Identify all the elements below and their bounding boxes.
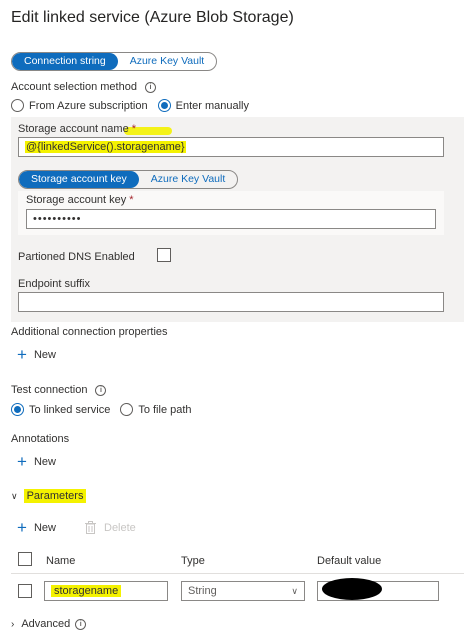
column-header-type: Type [181, 555, 205, 567]
tab-key-vault[interactable]: Azure Key Vault [139, 171, 238, 188]
test-connection-label: Test connection i [11, 384, 107, 396]
info-icon[interactable]: i [95, 385, 107, 396]
tab-connection-string[interactable]: Connection string [12, 53, 118, 70]
column-header-default-value: Default value [317, 555, 382, 567]
add-parameter-button[interactable]: + New [17, 518, 56, 537]
select-value: String [188, 585, 217, 597]
label-text: Storage account name [18, 123, 129, 135]
advanced-section-toggle[interactable]: › Advanced i [11, 618, 87, 630]
row-checkbox[interactable] [18, 584, 32, 598]
table-divider [11, 573, 464, 574]
button-label: New [33, 456, 56, 468]
add-connection-property-button[interactable]: + New [17, 345, 56, 364]
storage-account-name-input[interactable]: @{linkedService().storagename} [18, 137, 444, 157]
delete-parameter-button[interactable]: Delete [85, 521, 136, 534]
plus-icon: + [17, 345, 27, 364]
redaction-mark [322, 578, 382, 600]
auth-type-toggle: Connection string Azure Key Vault [11, 52, 218, 71]
button-label: New [33, 522, 56, 534]
trash-icon [85, 521, 96, 534]
partitioned-dns-checkbox[interactable] [157, 248, 171, 262]
parameter-type-select[interactable]: String ∨ [181, 581, 305, 601]
required-mark: * [131, 123, 136, 135]
tab-azure-key-vault[interactable]: Azure Key Vault [118, 53, 217, 70]
input-value: @{linkedService().storagename} [25, 141, 186, 153]
info-icon[interactable]: i [75, 618, 87, 630]
input-value: •••••••••• [33, 213, 82, 225]
key-type-toggle: Storage account key Azure Key Vault [18, 170, 239, 189]
add-annotation-button[interactable]: + New [17, 452, 56, 471]
radio-label: Enter manually [175, 99, 249, 112]
select-all-checkbox[interactable] [18, 552, 32, 566]
account-selection-radios: From Azure subscription Enter manually [11, 99, 259, 112]
radio-unchecked-icon[interactable] [120, 403, 134, 416]
chevron-down-icon: ∨ [291, 586, 298, 596]
account-selection-text: Account selection method [11, 81, 137, 93]
additional-props-label: Additional connection properties [11, 326, 168, 338]
section-title: Parameters [23, 489, 87, 503]
button-label: Delete [104, 521, 136, 534]
page-title: Edit linked service (Azure Blob Storage) [11, 9, 294, 26]
input-value: storagename [51, 585, 122, 597]
plus-icon: + [17, 452, 27, 471]
chevron-right-icon: › [11, 618, 15, 630]
chevron-down-icon: ∨ [11, 490, 18, 501]
radio-unchecked-icon[interactable] [11, 99, 24, 112]
section-title: Advanced [21, 618, 71, 630]
tab-storage-account-key[interactable]: Storage account key [19, 171, 139, 188]
storage-account-key-input[interactable]: •••••••••• [26, 209, 436, 229]
radio-to-file-path[interactable]: To file path [120, 403, 192, 416]
radio-enter-manually[interactable]: Enter manually [157, 99, 249, 112]
endpoint-suffix-input[interactable] [18, 292, 444, 312]
radio-label: To linked service [29, 403, 111, 416]
info-icon[interactable]: i [144, 82, 156, 93]
radio-label: To file path [138, 403, 192, 416]
parameters-section-toggle[interactable]: ∨ Parameters [11, 489, 87, 503]
endpoint-suffix-label: Endpoint suffix [18, 278, 90, 290]
radio-checked-icon[interactable] [11, 403, 24, 416]
radio-to-linked-service[interactable]: To linked service [11, 403, 110, 416]
storage-account-name-label: Storage account name * [18, 123, 136, 135]
storage-account-key-label: Storage account key * [26, 194, 134, 206]
test-connection-radios: To linked service To file path [11, 403, 202, 416]
label-text: Storage account key [26, 194, 127, 206]
label-text: Test connection [11, 384, 88, 396]
parameter-name-input[interactable]: storagename [44, 581, 168, 601]
radio-checked-icon[interactable] [157, 99, 171, 112]
radio-from-azure-subscription[interactable]: From Azure subscription [11, 99, 148, 112]
plus-icon: + [17, 518, 27, 537]
annotations-label: Annotations [11, 433, 70, 445]
button-label: New [33, 349, 56, 361]
partitioned-dns-label: Partioned DNS Enabled [18, 251, 135, 263]
radio-label: From Azure subscription [29, 99, 148, 112]
account-selection-label: Account selection method i [11, 81, 156, 93]
column-header-name: Name [46, 555, 76, 567]
required-mark: * [129, 194, 134, 206]
